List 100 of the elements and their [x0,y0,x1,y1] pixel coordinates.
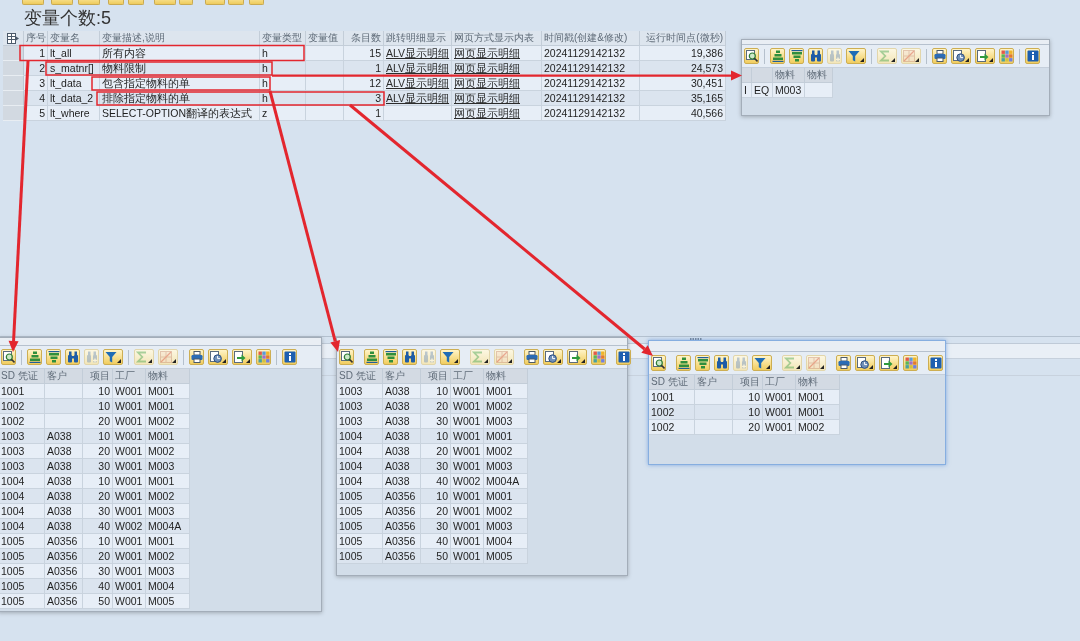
info-button[interactable] [616,349,631,365]
binoculars-icon [716,357,728,369]
table-cell: 10 [83,399,113,414]
table-cell: lt_where [48,106,100,121]
layout-button[interactable] [256,349,271,365]
details-button[interactable] [744,48,759,64]
column-header: 工厂 [451,369,484,384]
details-button[interactable] [339,349,354,365]
sort-ascending-button[interactable] [364,349,379,365]
grip-icon[interactable] [690,337,702,340]
info-button[interactable] [282,349,297,365]
print-button[interactable] [189,349,204,365]
sort-ascending-button[interactable] [27,349,42,365]
table-cell: M001 [146,474,190,489]
table-cell: W001 [113,579,146,594]
sort-ascending-button[interactable] [676,355,691,371]
table-cell: W001 [451,489,484,504]
detail-link[interactable]: ALV显示明细 [386,47,450,59]
filter-button[interactable] [103,349,123,365]
sort-ascending-icon [772,50,784,62]
info-button[interactable] [928,355,943,371]
column-header: SD 凭证 [337,369,383,384]
table-cell: W001 [113,564,146,579]
table-cell: W001 [113,534,146,549]
table-cell: M004 [146,579,190,594]
table-cell: 1005 [0,534,45,549]
detail-link[interactable]: 网页显示明细 [454,92,520,104]
layout-button[interactable] [903,355,918,371]
detail-link[interactable]: ALV显示明细 [386,62,450,74]
table-cell: 1005 [0,549,45,564]
table-cell: M002 [146,489,190,504]
table-cell: 35,165 [640,91,726,106]
table-cell: W001 [451,399,484,414]
table-cell: 1004 [337,474,383,489]
find-button[interactable] [65,349,80,365]
table-cell: 15 [344,46,384,61]
binoculars-plus-icon [423,351,435,363]
detail-link[interactable]: 网页显示明细 [454,107,520,119]
info-icon [930,357,942,369]
document-clock-icon [857,357,869,369]
views-button[interactable] [543,349,563,365]
sigma-icon [784,357,796,369]
table-cell: 50 [421,549,451,564]
export-button[interactable] [975,48,995,64]
column-header: SD 凭证 [649,375,695,390]
table-cell: 1005 [337,489,383,504]
detail-link[interactable]: 网页显示明细 [454,62,520,74]
table-cell: 40 [421,534,451,549]
layout-button[interactable] [591,349,606,365]
sort-descending-button[interactable] [46,349,61,365]
find-button[interactable] [714,355,729,371]
table-cell: 30 [421,414,451,429]
sort-descending-button[interactable] [383,349,398,365]
print-button[interactable] [524,349,539,365]
column-header: 项目 [733,375,763,390]
views-button[interactable] [208,349,228,365]
detail-link[interactable]: ALV显示明细 [386,92,450,104]
column-layout-button[interactable] [3,31,24,46]
column-header: 物料 [484,369,528,384]
sort-descending-button[interactable] [695,355,710,371]
find-button[interactable] [808,48,823,64]
views-button[interactable] [855,355,875,371]
table-cell: W001 [451,534,484,549]
table-cell: 20 [83,414,113,429]
table-cell: W001 [763,405,796,420]
info-icon [1027,50,1039,62]
table-cell: 10 [421,384,451,399]
export-button[interactable] [232,349,252,365]
table-cell: 1005 [337,534,383,549]
filter-button[interactable] [440,349,460,365]
table-cell: 30 [83,504,113,519]
detail-link[interactable]: ALV显示明细 [386,77,450,89]
export-button[interactable] [879,355,899,371]
print-button[interactable] [932,48,947,64]
find-button[interactable] [402,349,417,365]
document-arrow-icon [569,351,581,363]
sort-ascending-button[interactable] [770,48,785,64]
table-cell: M001 [796,405,840,420]
layout-button[interactable] [999,48,1014,64]
details-button[interactable] [1,349,16,365]
sort-descending-button[interactable] [789,48,804,64]
column-header: 物料 [146,369,190,384]
table-cell: M001 [484,384,528,399]
filter-button[interactable] [846,48,866,64]
print-button[interactable] [836,355,851,371]
info-button[interactable] [1025,48,1040,64]
table-cell: 1004 [0,474,45,489]
detail-link[interactable]: 网页显示明细 [454,77,520,89]
table-cell: 1003 [337,414,383,429]
caret-icon [796,365,800,369]
magnifier-icon [653,357,665,369]
details-button[interactable] [651,355,666,371]
document-clock-icon [210,351,222,363]
caret-icon [860,58,864,62]
column-header: 工厂 [763,375,796,390]
table-cell: M003 [146,504,190,519]
views-button[interactable] [951,48,971,64]
export-button[interactable] [567,349,587,365]
filter-button[interactable] [752,355,772,371]
detail-link[interactable]: 网页显示明细 [454,47,520,59]
